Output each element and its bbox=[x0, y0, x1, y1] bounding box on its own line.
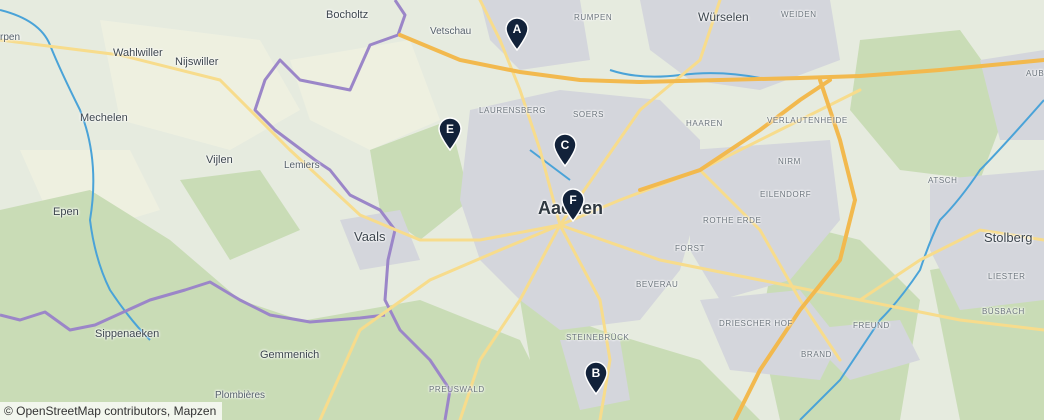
place-label-stolberg: Stolberg bbox=[984, 230, 1033, 245]
place-label-mechelen: Mechelen bbox=[80, 112, 128, 124]
place-label-weiden: WEIDEN bbox=[781, 10, 817, 19]
place-label-rumpen: RUMPEN bbox=[574, 13, 613, 22]
place-label-gemmenich: Gemmenich bbox=[260, 349, 320, 361]
map-view[interactable]: Bocholtz Vetschau rpen Wahlwiller Nijswi… bbox=[0, 0, 1044, 420]
map-canvas[interactable] bbox=[0, 0, 1044, 420]
place-label-bocholtz: Bocholtz bbox=[326, 9, 369, 21]
place-label-rothe-erde: ROTHE ERDE bbox=[703, 216, 762, 225]
map-marker-b[interactable]: B bbox=[583, 361, 609, 395]
place-label-wurselen: Würselen bbox=[698, 10, 749, 24]
place-label-atsch: ATSCH bbox=[928, 176, 958, 185]
map-attribution[interactable]: © OpenStreetMap contributors, Mapzen bbox=[0, 402, 223, 420]
place-label-verlautenheide: VERLAUTENHEIDE bbox=[767, 116, 848, 125]
place-label-vetschau: Vetschau bbox=[430, 26, 472, 37]
place-label-driescher-hof: DRIESCHER HOF bbox=[719, 319, 794, 328]
place-label-nijswiller: Nijswiller bbox=[175, 56, 219, 68]
place-label-laurensberg: LAURENSBERG bbox=[479, 106, 547, 115]
place-label-haaren: HAAREN bbox=[686, 119, 723, 128]
place-label-forst: FORST bbox=[675, 244, 706, 253]
place-label-steinebruck: STEINEBRÜCK bbox=[566, 333, 630, 342]
marker-label: A bbox=[512, 22, 522, 36]
place-label-eilendorf: EILENDORF bbox=[760, 190, 812, 199]
place-label-plombieres: Plombières bbox=[215, 390, 266, 401]
marker-label: E bbox=[445, 122, 454, 136]
place-label-wahlwiller: Wahlwiller bbox=[113, 47, 163, 59]
marker-label: B bbox=[591, 366, 601, 380]
place-label-liester: LIESTER bbox=[988, 272, 1026, 281]
place-label-soers: SOERS bbox=[573, 110, 605, 119]
place-label-busbach: BÜSBACH bbox=[982, 307, 1025, 316]
place-label-beverau: BEVERAU bbox=[636, 280, 679, 289]
map-marker-f[interactable]: F bbox=[560, 188, 586, 222]
place-label-sippenaeken: Sippenaeken bbox=[95, 328, 160, 340]
map-marker-a[interactable]: A bbox=[504, 17, 530, 51]
marker-label: F bbox=[569, 193, 577, 207]
place-label-freund: FREUND bbox=[853, 321, 890, 330]
place-label-nirm: NIRM bbox=[778, 157, 801, 166]
marker-label: C bbox=[560, 138, 570, 152]
map-marker-e[interactable]: E bbox=[437, 117, 463, 151]
place-label-rpen: rpen bbox=[0, 32, 21, 43]
map-marker-c[interactable]: C bbox=[552, 133, 578, 167]
place-label-preuswald: PREUSWALD bbox=[429, 385, 485, 394]
place-label-epen: Epen bbox=[53, 206, 79, 218]
place-label-aub: AUB bbox=[1026, 69, 1044, 78]
place-label-brand: BRAND bbox=[801, 350, 833, 359]
place-label-vaals: Vaals bbox=[354, 229, 386, 244]
place-label-lemiers: Lemiers bbox=[284, 160, 320, 171]
place-label-vijlen: Vijlen bbox=[206, 154, 233, 166]
